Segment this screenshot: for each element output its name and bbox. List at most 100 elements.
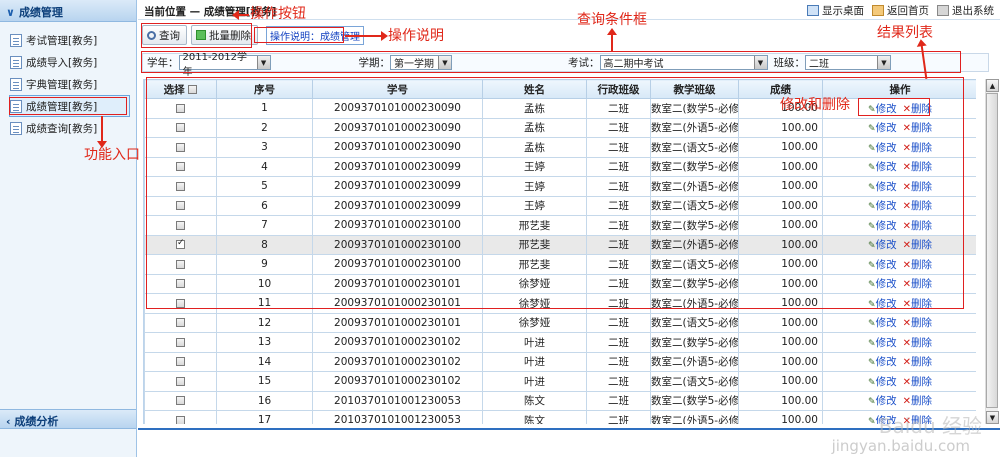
row-actions: ✎修改 ✕删除 xyxy=(822,176,976,197)
table-row[interactable]: 11 2009370101000230101 徐梦娅 二班 数室二(外语5-必修) 100… xyxy=(144,293,976,314)
table-row[interactable]: 3 2009370101000230090 孟栋 二班 数室二(语文5-必修) 100.0… xyxy=(144,137,976,158)
year-select[interactable]: 2011-2012学年 ▼ xyxy=(178,52,271,78)
sidebar-item[interactable]: 考试管理[教务] xyxy=(10,29,130,51)
table-row[interactable]: 16 2010370101001230053 陈文 二班 数室二(数学5-必修) 100.… xyxy=(144,390,976,411)
sidebar-item[interactable]: 字典管理[教务] xyxy=(10,73,130,95)
show-desktop-link[interactable]: 显示桌面 xyxy=(807,3,864,18)
edit-button[interactable]: ✎修改 xyxy=(868,200,897,212)
row-checkbox[interactable] xyxy=(176,298,185,308)
row-checkbox[interactable] xyxy=(176,201,185,211)
annotation-filter: 查询条件框 xyxy=(577,12,647,28)
table-row[interactable]: 5 2009370101000230099 王婷 二班 数室二(外语5-必修) 100.0… xyxy=(144,176,976,197)
class-select[interactable]: 二班 ▼ xyxy=(805,55,891,70)
edit-button[interactable]: ✎修改 xyxy=(868,142,897,154)
edit-button[interactable]: ✎修改 xyxy=(868,317,897,329)
edit-button[interactable]: ✎修改 xyxy=(868,356,897,368)
delete-button[interactable]: ✕删除 xyxy=(903,161,932,173)
edit-button[interactable]: ✎修改 xyxy=(868,376,897,388)
sidebar-item[interactable]: 成绩导入[教务] xyxy=(10,51,130,73)
row-checkbox[interactable] xyxy=(176,357,185,367)
close-icon: ✕ xyxy=(902,103,911,115)
sidebar-footer[interactable]: ‹ 成绩分析 xyxy=(0,409,136,429)
table-row[interactable]: 2 2009370101000230090 孟栋 二班 数室二(外语5-必修) 100.0… xyxy=(144,117,976,138)
edit-button[interactable]: ✎修改 xyxy=(868,161,897,173)
edit-button[interactable]: ✎修改 xyxy=(868,239,897,251)
row-checkbox[interactable] xyxy=(176,162,185,172)
table-row[interactable]: 4 2009370101000230099 王婷 二班 数室二(数学5-必修) 100.0… xyxy=(144,156,976,177)
row-student-id: 2009370101000230100 xyxy=(312,215,483,236)
filter-bar: 学年： 2011-2012学年 ▼ 学期： 第一学期 ▼ 考试： 高二期中考试 ▼ 班… xyxy=(142,52,989,78)
edit-button[interactable]: ✎修改 xyxy=(868,278,897,290)
table-row[interactable]: 12 2009370101000230101 徐梦娅 二班 数室二(语文5-必修) 100… xyxy=(144,312,976,333)
table-row[interactable]: 82009370101000230100邢艺斐二班数室二(外语5-必修)100.… xyxy=(144,234,976,255)
edit-button[interactable]: ✎修改 xyxy=(868,103,897,115)
edit-button[interactable]: ✎修改 xyxy=(868,259,897,271)
edit-button[interactable]: ✎修改 xyxy=(868,395,897,407)
row-checkbox[interactable] xyxy=(176,142,185,152)
delete-button[interactable]: ✕删除 xyxy=(903,259,932,271)
row-checkbox[interactable] xyxy=(176,123,185,133)
query-button[interactable]: 查询 xyxy=(142,25,187,45)
scroll-down-arrow-icon[interactable]: ▼ xyxy=(986,411,999,424)
row-checkbox[interactable] xyxy=(176,279,185,289)
delete-button[interactable]: ✕删除 xyxy=(903,142,932,154)
scroll-up-arrow-icon[interactable]: ▲ xyxy=(986,79,999,92)
close-icon: ✕ xyxy=(902,357,911,369)
delete-button[interactable]: ✕删除 xyxy=(903,376,932,388)
delete-button[interactable]: ✕删除 xyxy=(903,220,932,232)
delete-button[interactable]: ✕删除 xyxy=(903,356,932,368)
delete-button[interactable]: ✕删除 xyxy=(903,103,932,115)
table-row[interactable]: 6 2009370101000230099 王婷 二班 数室二(语文5-必修) 100.0… xyxy=(144,195,976,216)
edit-button[interactable]: ✎修改 xyxy=(868,122,897,134)
logout-link[interactable]: 退出系统 xyxy=(937,3,994,18)
edit-button[interactable]: ✎修改 xyxy=(868,298,897,310)
table-row[interactable]: 10 2009370101000230101 徐梦娅 二班 数室二(数学5-必修) 100… xyxy=(144,273,976,294)
sidebar-header[interactable]: ∨ 成绩管理 xyxy=(0,0,136,22)
delete-button[interactable]: ✕删除 xyxy=(903,200,932,212)
delete-button[interactable]: ✕删除 xyxy=(903,395,932,407)
term-select[interactable]: 第一学期 ▼ xyxy=(390,55,452,70)
close-icon: ✕ xyxy=(902,162,911,174)
table-row[interactable]: 15 2009370101000230102 叶进 二班 数室二(语文5-必修) 100.… xyxy=(144,371,976,392)
table-row[interactable]: 17 2010370101001230053 陈文 二班 数室二(外语5-必修) 100.… xyxy=(144,410,976,424)
row-name: 王婷 xyxy=(482,176,587,197)
table-row[interactable]: 14 2009370101000230102 叶进 二班 数室二(外语5-必修) 100.… xyxy=(144,351,976,372)
delete-button[interactable]: ✕删除 xyxy=(903,298,932,310)
row-checkbox[interactable] xyxy=(176,415,185,424)
row-checkbox[interactable] xyxy=(176,103,185,113)
edit-button[interactable]: ✎修改 xyxy=(868,220,897,232)
edit-button[interactable]: ✎修改 xyxy=(868,181,897,193)
row-checkbox[interactable] xyxy=(176,238,185,250)
home-link[interactable]: 返回首页 xyxy=(872,3,929,18)
vertical-scrollbar[interactable]: ▲ ▼ xyxy=(985,79,999,424)
delete-button[interactable]: ✕删除 xyxy=(903,317,932,329)
edit-button[interactable]: ✎修改 xyxy=(868,337,897,349)
sidebar-item[interactable]: 成绩查询[教务] xyxy=(10,117,130,139)
close-icon: ✕ xyxy=(902,337,911,349)
row-checkbox[interactable] xyxy=(176,259,185,269)
row-checkbox[interactable] xyxy=(176,318,185,328)
row-actions: ✎修改 ✕删除 xyxy=(822,312,976,333)
exam-select[interactable]: 高二期中考试 ▼ xyxy=(599,55,768,70)
row-admin-class: 二班 xyxy=(586,254,651,275)
table-row[interactable]: 1 2009370101000230090 孟栋 二班 数室二(数学5-必修) 100.0… xyxy=(144,98,976,119)
row-actions: ✎修改 ✕删除 xyxy=(822,273,976,294)
batch-delete-button[interactable]: 批量删除 xyxy=(191,25,258,45)
year-label: 学年： xyxy=(147,57,179,69)
select-all-checkbox[interactable] xyxy=(188,85,198,94)
delete-button[interactable]: ✕删除 xyxy=(903,181,932,193)
row-checkbox[interactable] xyxy=(176,181,185,191)
delete-button[interactable]: ✕删除 xyxy=(903,239,932,251)
table-row[interactable]: 13 2009370101000230102 叶进 二班 数室二(数学5-必修) 100.… xyxy=(144,332,976,353)
sidebar-item[interactable]: 成绩管理[教务] xyxy=(9,95,130,117)
delete-button[interactable]: ✕删除 xyxy=(903,278,932,290)
delete-button[interactable]: ✕删除 xyxy=(903,337,932,349)
table-row[interactable]: 7 2009370101000230100 邢艺斐 二班 数室二(数学5-必修) 100.… xyxy=(144,215,976,236)
row-checkbox[interactable] xyxy=(176,376,185,386)
row-checkbox[interactable] xyxy=(176,337,185,347)
row-checkbox[interactable] xyxy=(176,220,185,230)
table-row[interactable]: 9 2009370101000230100 邢艺斐 二班 数室二(语文5-必修) 100.… xyxy=(144,254,976,275)
row-checkbox[interactable] xyxy=(176,396,185,406)
scroll-thumb[interactable] xyxy=(986,93,998,408)
delete-button[interactable]: ✕删除 xyxy=(903,122,932,134)
